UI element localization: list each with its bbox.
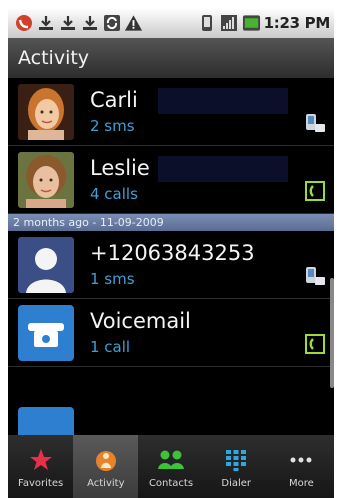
call-icon: [304, 333, 326, 355]
status-time: 1:23 PM: [263, 14, 331, 32]
sms-icon: [304, 265, 326, 287]
activity-detail: 4 calls: [90, 185, 138, 203]
contact-name: +12063843253: [90, 241, 255, 265]
contact-name: Carli: [90, 88, 138, 112]
activity-detail: 2 sms: [90, 117, 135, 135]
activity-detail: 1 sms: [90, 270, 135, 288]
download-icon: [58, 14, 77, 33]
more-icon: [286, 445, 316, 475]
contact-name: Leslie: [90, 156, 150, 180]
contact-photo-avatar: [18, 152, 74, 208]
tab-activity[interactable]: Activity: [73, 435, 139, 498]
list-item-voicemail[interactable]: Voicemail 1 call: [8, 299, 334, 367]
default-contact-avatar: [18, 237, 74, 293]
redacted-block: [158, 88, 288, 114]
activity-list: Carli 2 sms Leslie 4 calls 2 months ago …: [8, 78, 334, 447]
no-call-icon: [14, 14, 33, 33]
download-icon: [36, 14, 55, 33]
tab-dialer[interactable]: Dialer: [204, 435, 269, 498]
status-bar: 1:23 PM: [8, 8, 334, 38]
phone-screen: 1:23 PM Activity Carli 2 sms Leslie 4 ca…: [8, 8, 334, 498]
tab-label: Dialer: [221, 477, 252, 489]
warning-icon: [124, 14, 143, 33]
tab-label: Contacts: [148, 477, 194, 489]
sync-icon: [102, 14, 121, 33]
voicemail-avatar: [18, 305, 74, 361]
activity-icon: [91, 445, 121, 475]
star-icon: [26, 445, 56, 475]
tab-contacts[interactable]: Contacts: [138, 435, 203, 498]
list-item-partial[interactable]: [8, 367, 334, 447]
list-item-phone-number[interactable]: +12063843253 1 sms: [8, 231, 334, 299]
tab-favorites[interactable]: Favorites: [8, 435, 73, 498]
section-date-header: 2 months ago - 11-09-2009: [8, 214, 334, 231]
bottom-tab-bar: Favorites Activity Contacts Dialer More: [8, 435, 334, 498]
contacts-icon: [156, 445, 186, 475]
tab-label: Activity: [87, 477, 125, 489]
signal-icon: [220, 14, 239, 33]
activity-detail: 1 call: [90, 338, 131, 356]
vibrate-icon: [198, 14, 217, 33]
battery-icon: [242, 14, 261, 33]
contact-photo-avatar: [18, 84, 74, 140]
tab-label: More: [289, 477, 314, 489]
dialpad-icon: [221, 445, 251, 475]
page-title: Activity: [8, 38, 334, 78]
redacted-block: [158, 156, 288, 182]
download-icon: [80, 14, 99, 33]
tab-more[interactable]: More: [269, 435, 334, 498]
tab-label: Favorites: [18, 477, 64, 489]
contact-name: Voicemail: [90, 309, 191, 333]
call-icon: [304, 180, 326, 202]
list-item-carli[interactable]: Carli 2 sms: [8, 78, 334, 146]
scrollbar[interactable]: [330, 278, 334, 388]
sms-icon: [304, 112, 326, 134]
list-item-leslie[interactable]: Leslie 4 calls: [8, 146, 334, 214]
